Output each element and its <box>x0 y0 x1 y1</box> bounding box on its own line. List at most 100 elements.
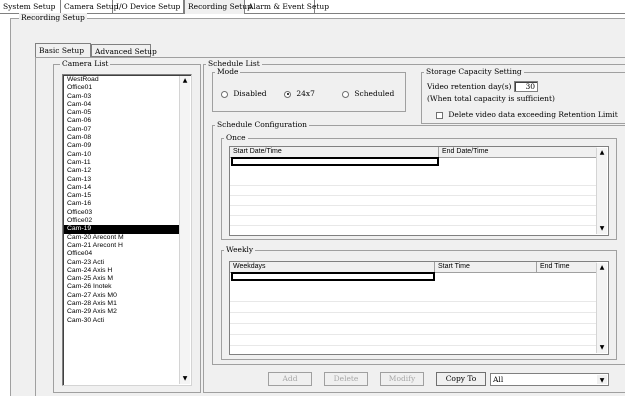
copy-to-button[interactable]: Copy To <box>436 372 486 386</box>
camera-list-item[interactable]: Cam-08 <box>64 134 179 142</box>
camera-list-item[interactable]: Cam-07 <box>64 126 179 134</box>
chevron-down-icon[interactable]: ▼ <box>597 375 607 384</box>
camera-list-item[interactable]: Cam-21 Arecont H <box>64 242 179 250</box>
once-row <box>230 186 597 196</box>
weekly-row <box>230 314 597 324</box>
camera-list-items: WestRoad Office01 Cam-03 Cam-04 Cam-05 Cam-06… <box>64 76 179 325</box>
delete-exceeding-option[interactable]: Delete video data exceeding Retention Li… <box>436 110 618 119</box>
camera-list-item[interactable]: Cam-25 Axis M <box>64 275 179 283</box>
once-new-row[interactable] <box>231 157 439 166</box>
copy-to-select[interactable]: All ▼ <box>490 373 609 386</box>
mode-24x7-radio[interactable] <box>284 90 291 98</box>
camera-list-scrollbar[interactable]: ▲ ▼ <box>179 76 190 384</box>
mode-disabled-label: Disabled <box>233 89 267 98</box>
top-tab-bar: System Setup Camera Setup I/O Device Set… <box>0 0 625 14</box>
storage-capacity-title: Storage Capacity Setting <box>424 67 524 77</box>
copy-to-select-value: All <box>493 375 504 384</box>
weekly-row <box>230 292 597 302</box>
camera-list-item[interactable]: WestRoad <box>64 76 179 84</box>
weekly-col-start[interactable]: Start Time <box>435 262 537 272</box>
weekly-col-end[interactable]: End Time <box>537 262 599 272</box>
retention-note: (When total capacity is sufficient) <box>427 94 555 103</box>
recording-setup-title: Recording Setup <box>19 13 87 23</box>
mode-scheduled-label: Scheduled <box>354 89 395 98</box>
weekly-grid[interactable]: Weekdays Start Time End Time ▲ ▼ <box>229 261 609 355</box>
retention-days-input[interactable]: 30 <box>514 81 538 92</box>
storage-capacity-group: Storage Capacity Setting Video retention… <box>421 67 625 124</box>
camera-list-title: Camera List <box>60 59 111 69</box>
mode-scheduled-radio[interactable] <box>342 90 349 98</box>
weekly-row <box>230 325 597 335</box>
camera-list-item[interactable]: Cam-24 Axis H <box>64 267 179 275</box>
once-col-end[interactable]: End Date/Time <box>439 147 599 157</box>
scroll-up-icon[interactable]: ▲ <box>180 76 190 86</box>
camera-list-item[interactable]: Cam-13 <box>64 176 179 184</box>
retention-label: Video retention day(s) : <box>427 82 517 91</box>
camera-list[interactable]: WestRoad Office01 Cam-03 Cam-04 Cam-05 Cam-06… <box>62 74 192 386</box>
camera-list-item[interactable]: Cam-30 Acti <box>64 317 179 325</box>
scroll-down-icon[interactable]: ▼ <box>597 343 607 353</box>
camera-list-item[interactable]: Cam-19 <box>64 225 179 234</box>
scroll-down-icon[interactable]: ▼ <box>597 224 607 234</box>
mode-24x7-label: 24x7 <box>296 89 315 98</box>
mode-disabled-radio[interactable] <box>221 90 228 98</box>
tab-camera-setup[interactable]: Camera Setup <box>61 0 118 14</box>
tab-recording-setup[interactable]: Recording Setup <box>184 0 252 14</box>
once-grid[interactable]: Start Date/Time End Date/Time ▲ ▼ <box>229 146 609 236</box>
once-title: Once <box>224 133 248 143</box>
camera-list-item[interactable]: Office02 <box>64 217 179 225</box>
mode-group: Mode Disabled 24x7 Scheduled <box>212 67 406 112</box>
camera-list-item[interactable]: Cam-29 Axis M2 <box>64 308 179 316</box>
add-button[interactable]: Add <box>268 372 312 386</box>
weekly-row <box>230 303 597 313</box>
mode-24x7-option[interactable]: 24x7 <box>284 89 315 98</box>
camera-list-item[interactable]: Cam-09 <box>64 142 179 150</box>
camera-list-item[interactable]: Cam-04 <box>64 101 179 109</box>
camera-list-item[interactable]: Cam-20 Arecont M <box>64 234 179 242</box>
once-row <box>230 206 597 216</box>
once-row <box>230 176 597 186</box>
tab-advanced-setup[interactable]: Advanced Setup <box>91 44 157 57</box>
tab-system-setup[interactable]: System Setup <box>0 0 61 14</box>
weekly-scrollbar[interactable]: ▲ ▼ <box>596 263 607 353</box>
modify-button[interactable]: Modify <box>380 372 424 386</box>
weekly-title: Weekly <box>224 245 256 255</box>
tab-basic-setup[interactable]: Basic Setup <box>35 43 91 57</box>
camera-list-item[interactable]: Cam-28 Axis M1 <box>64 300 179 308</box>
once-scrollbar[interactable]: ▲ ▼ <box>596 148 607 234</box>
camera-list-item[interactable]: Cam-15 <box>64 192 179 200</box>
scroll-down-icon[interactable]: ▼ <box>180 374 190 384</box>
camera-list-item[interactable]: Cam-27 Axis M0 <box>64 292 179 300</box>
scroll-up-icon[interactable]: ▲ <box>597 148 607 158</box>
weekly-new-row[interactable] <box>231 272 435 281</box>
camera-list-item[interactable]: Cam-03 <box>64 93 179 101</box>
camera-list-item[interactable]: Cam-12 <box>64 167 179 175</box>
mode-scheduled-option[interactable]: Scheduled <box>342 89 394 98</box>
camera-list-item[interactable]: Cam-16 <box>64 200 179 208</box>
tab-alarm-event-setup[interactable]: Alarm & Event Setup <box>245 0 329 14</box>
camera-list-item[interactable]: Cam-10 <box>64 151 179 159</box>
camera-list-item[interactable]: Cam-23 Acti <box>64 259 179 267</box>
camera-list-item[interactable]: Office04 <box>64 250 179 258</box>
sub-tab-bar: Basic Setup Advanced Setup <box>35 43 625 57</box>
once-col-start[interactable]: Start Date/Time <box>230 147 439 157</box>
camera-list-item[interactable]: Cam-14 <box>64 184 179 192</box>
mode-disabled-option[interactable]: Disabled <box>221 89 267 98</box>
camera-list-item[interactable]: Cam-06 <box>64 117 179 125</box>
weekly-row <box>230 336 597 346</box>
camera-list-item[interactable]: Office03 <box>64 209 179 217</box>
tab-io-device-setup[interactable]: I/O Device Setup <box>113 0 184 14</box>
delete-exceeding-label: Delete video data exceeding Retention Li… <box>448 110 618 119</box>
once-row <box>230 216 597 226</box>
camera-list-item[interactable]: Cam-26 Inotek <box>64 283 179 291</box>
once-row <box>230 196 597 206</box>
mode-title: Mode <box>215 67 241 77</box>
weekly-col-weekdays[interactable]: Weekdays <box>230 262 435 272</box>
schedule-config-title: Schedule Configuration <box>215 120 309 130</box>
camera-list-item[interactable]: Cam-05 <box>64 109 179 117</box>
camera-list-item[interactable]: Cam-11 <box>64 159 179 167</box>
delete-exceeding-checkbox[interactable] <box>436 111 443 119</box>
scroll-up-icon[interactable]: ▲ <box>597 263 607 273</box>
camera-list-item[interactable]: Office01 <box>64 84 179 92</box>
delete-button[interactable]: Delete <box>324 372 368 386</box>
